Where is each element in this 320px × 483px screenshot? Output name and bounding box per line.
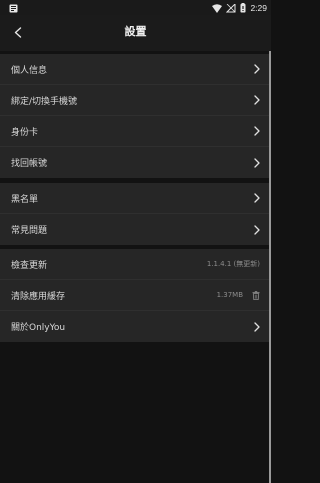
chevron-right-icon [254, 157, 260, 168]
settings-item-label: 關於OnlyYou [11, 323, 66, 333]
cache-size-value: 1.37MB [216, 291, 243, 299]
settings-item-label: 黑名單 [11, 194, 39, 205]
settings-item-faq[interactable]: 常見問題 [0, 214, 271, 245]
chevron-right-icon [254, 193, 260, 203]
chevron-right-icon [254, 126, 260, 136]
settings-item-about[interactable]: 關於OnlyYou [0, 311, 271, 342]
status-time: 2:29 [250, 2, 267, 13]
chevron-right-icon [254, 224, 260, 235]
version-value: 1.1.4.1 (無更新) [206, 260, 260, 268]
misc-settings-group: 黑名單 常見問題 [0, 183, 271, 245]
settings-item-id-card[interactable]: 身份卡 [0, 116, 271, 147]
page-title: 設置 [124, 25, 147, 38]
app-settings-group: 檢查更新 1.1.4.1 (無更新) 清除應用緩存 1.37MB 關於OnlyY… [0, 249, 271, 342]
settings-item-label: 身份卡 [11, 127, 39, 138]
settings-item-label: 常見問題 [11, 226, 48, 236]
status-bar: 2:29 [0, 0, 271, 15]
scroll-edge [269, 51, 271, 483]
chevron-right-icon [254, 95, 260, 105]
account-settings-group: 個人信息 綁定/切換手機號 身份卡 找回帳號 [0, 54, 271, 178]
trash-icon[interactable] [252, 291, 260, 300]
settings-item-check-update[interactable]: 檢查更新 1.1.4.1 (無更新) [0, 249, 271, 280]
settings-item-label: 綁定/切換手機號 [11, 96, 78, 107]
chevron-right-icon [254, 321, 260, 332]
settings-item-recover-account[interactable]: 找回帳號 [0, 147, 271, 178]
settings-item-label: 找回帳號 [11, 159, 48, 169]
title-bar: 設置 [0, 15, 271, 51]
settings-item-bind-phone[interactable]: 綁定/切換手機號 [0, 85, 271, 116]
settings-item-label: 清除應用緩存 [11, 291, 66, 302]
settings-item-label: 檢查更新 [11, 260, 48, 271]
settings-item-clear-cache[interactable]: 清除應用緩存 1.37MB [0, 280, 271, 311]
settings-item-blacklist[interactable]: 黑名單 [0, 183, 271, 214]
settings-item-personal-info[interactable]: 個人信息 [0, 54, 271, 85]
chevron-right-icon [254, 64, 260, 74]
settings-screen: 2:29 設置 個人信息 綁定/切換手機號 身份卡 找回帳號 黑名單 常見問題 … [0, 0, 271, 483]
settings-item-label: 個人信息 [11, 65, 48, 76]
